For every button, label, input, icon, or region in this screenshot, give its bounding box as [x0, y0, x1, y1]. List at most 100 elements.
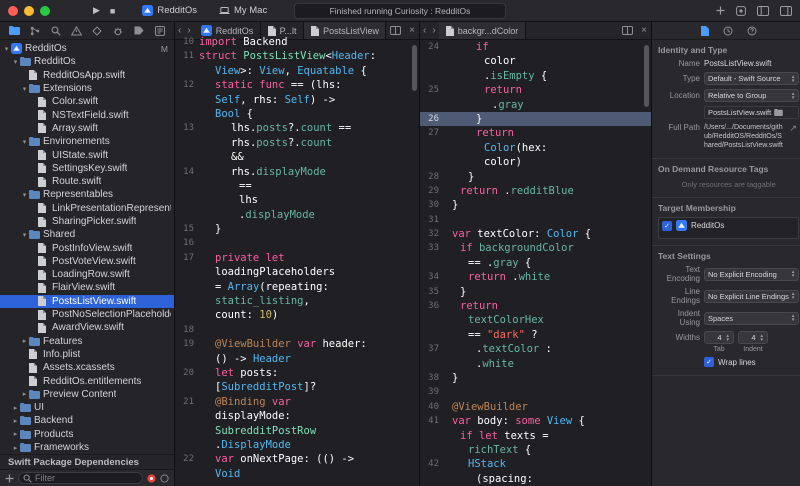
zoom-window-button[interactable] — [40, 6, 50, 16]
add-file-icon[interactable] — [5, 474, 14, 483]
navigator-row[interactable]: ▾ Representables — [0, 188, 174, 201]
navigator-row[interactable]: ▸Products — [0, 428, 174, 441]
add-button-icon[interactable] — [716, 6, 725, 15]
close-editor-icon[interactable]: × — [637, 22, 651, 39]
stepper-arrows-icon[interactable]: ▲▼ — [726, 334, 730, 342]
navigator-row[interactable]: ▾Environements — [0, 135, 174, 148]
breakpoints-navigator-icon[interactable] — [130, 24, 147, 38]
reports-navigator-icon[interactable] — [151, 24, 168, 38]
file-inspector-icon[interactable] — [701, 26, 709, 36]
navigator-row[interactable]: Array.swift — [0, 122, 174, 135]
disclosure-icon[interactable]: ▾ — [20, 85, 29, 93]
disclosure-icon[interactable]: ▾ — [20, 231, 29, 239]
navigator-row[interactable]: AwardView.swift — [0, 321, 174, 334]
library-icon[interactable] — [736, 6, 746, 16]
navigator-row[interactable]: RedditOsApp.swift — [0, 69, 174, 82]
navigator-row[interactable]: UIState.swift — [0, 148, 174, 161]
location-file-field[interactable]: PostsListView.swift — [704, 106, 799, 119]
navigator-row[interactable]: RedditOs.entitlements — [0, 374, 174, 387]
disclosure-icon[interactable]: ▸ — [11, 444, 20, 452]
navigator-row[interactable]: ▸UI — [0, 401, 174, 414]
stop-button[interactable]: ■ — [105, 6, 120, 16]
close-window-button[interactable] — [8, 6, 18, 16]
disclosure-icon[interactable]: ▸ — [20, 390, 29, 398]
debug-navigator-icon[interactable] — [110, 24, 127, 38]
source-editor[interactable]: 10import Backend11struct PostsListView<H… — [175, 35, 419, 486]
tests-navigator-icon[interactable] — [89, 24, 106, 38]
navigator-row[interactable]: SharingPicker.swift — [0, 215, 174, 228]
navigator-row[interactable]: Assets.xcassets — [0, 361, 174, 374]
navigator-row[interactable]: Color.swift — [0, 95, 174, 108]
navigator-row[interactable]: ▾RedditOsM — [0, 42, 174, 55]
destination-selector[interactable]: My Mac — [219, 5, 267, 16]
file-tree[interactable]: ▾RedditOsM▾RedditOsRedditOsApp.swift▾Ext… — [0, 40, 174, 454]
navigator-row[interactable]: PostInfoView.swift — [0, 241, 174, 254]
folder-icon[interactable] — [774, 109, 783, 116]
navigator-row[interactable]: Route.swift — [0, 175, 174, 188]
navigator-row[interactable]: ▾RedditOs — [0, 55, 174, 68]
source-control-navigator-icon[interactable] — [27, 24, 44, 38]
disclosure-icon[interactable]: ▾ — [2, 45, 11, 53]
history-inspector-icon[interactable] — [723, 26, 733, 36]
issues-navigator-icon[interactable] — [68, 24, 85, 38]
disclosure-icon[interactable]: ▾ — [11, 58, 20, 66]
disclosure-icon[interactable]: ▾ — [20, 138, 29, 146]
back-button[interactable]: ‹ — [420, 22, 429, 39]
target-checkbox[interactable] — [662, 221, 672, 231]
filter-scope-icon[interactable] — [160, 474, 169, 483]
disclosure-icon[interactable]: ▸ — [20, 337, 29, 345]
source-editor[interactable]: 24ifcolor.isEmpty {25return.gray26}27ret… — [420, 40, 651, 486]
find-navigator-icon[interactable] — [47, 24, 64, 38]
text-encoding-dropdown[interactable]: No Explicit Encoding ▲▼ — [704, 268, 799, 281]
disclosure-icon[interactable]: ▸ — [11, 430, 20, 438]
scrollbar-thumb[interactable] — [644, 45, 649, 107]
navigator-row[interactable]: NSTextField.swift — [0, 108, 174, 121]
navigator-row[interactable]: SettingsKey.swift — [0, 162, 174, 175]
file-name-field[interactable]: PostsListView.swift — [704, 59, 799, 68]
target-row[interactable]: RedditOs — [662, 220, 795, 231]
line-endings-dropdown[interactable]: No Explicit Line Endings ▲▼ — [704, 290, 799, 303]
editor-tab[interactable]: backgr...dColor — [439, 22, 527, 39]
navigator-row[interactable]: PostNoSelectionPlaceholder... — [0, 308, 174, 321]
navigator-row[interactable]: ▾Shared — [0, 228, 174, 241]
navigator-toggle-icon[interactable] — [757, 6, 769, 16]
minimize-window-button[interactable] — [24, 6, 34, 16]
inspector-toggle-icon[interactable] — [780, 6, 792, 16]
wrap-lines-checkbox[interactable] — [704, 357, 714, 367]
quick-help-inspector-icon[interactable] — [747, 26, 757, 36]
navigator-row[interactable]: ▸Frameworks — [0, 441, 174, 454]
tab-width-stepper[interactable]: 4 ▲▼ — [704, 331, 734, 344]
run-button[interactable]: ▶ — [88, 5, 105, 16]
navigator-row[interactable]: Info.plist — [0, 348, 174, 361]
disclosure-icon[interactable]: ▸ — [11, 404, 20, 412]
folder-icon — [29, 230, 43, 239]
split-editor-icon[interactable] — [618, 22, 637, 39]
navigator-row[interactable]: ▸Backend — [0, 414, 174, 427]
navigator-row[interactable]: ▾Extensions — [0, 82, 174, 95]
navigator-row[interactable]: PostVoteView.swift — [0, 255, 174, 268]
scrollbar[interactable] — [644, 42, 650, 484]
disclosure-icon[interactable]: ▸ — [11, 417, 20, 425]
stepper-arrows-icon[interactable]: ▲▼ — [760, 334, 764, 342]
navigator-row[interactable]: PostsListView.swift — [0, 295, 174, 308]
scrollbar-thumb[interactable] — [412, 45, 417, 91]
navigator-row[interactable]: LoadingRow.swift — [0, 268, 174, 281]
indent-using-dropdown[interactable]: Spaces ▲▼ — [704, 312, 799, 325]
file-label: Representables — [43, 189, 113, 200]
forward-button[interactable]: › — [429, 22, 438, 39]
project-navigator-icon[interactable] — [6, 24, 23, 38]
swift-package-dependencies-section[interactable]: Swift Package Dependencies — [0, 454, 174, 469]
type-dropdown[interactable]: Default - Swift Source ▲▼ — [704, 72, 799, 85]
location-dropdown[interactable]: Relative to Group ▲▼ — [704, 89, 799, 102]
scrollbar[interactable] — [412, 42, 418, 484]
filter-input[interactable]: Filter — [18, 472, 143, 484]
indent-width-stepper[interactable]: 4 ▲▼ — [738, 331, 768, 344]
navigator-row[interactable]: ▸Preview Content — [0, 388, 174, 401]
disclosure-icon[interactable]: ▾ — [20, 191, 29, 199]
navigator-row[interactable]: LinkPresentationRepresenta... — [0, 202, 174, 215]
navigator-row[interactable]: ▸Features — [0, 335, 174, 348]
navigator-row[interactable]: FlairView.swift — [0, 281, 174, 294]
reveal-arrow-icon[interactable]: ↗ — [789, 123, 799, 134]
scheme-selector[interactable]: RedditOs — [142, 5, 197, 16]
odr-note: Only resources are taggable — [658, 178, 799, 193]
